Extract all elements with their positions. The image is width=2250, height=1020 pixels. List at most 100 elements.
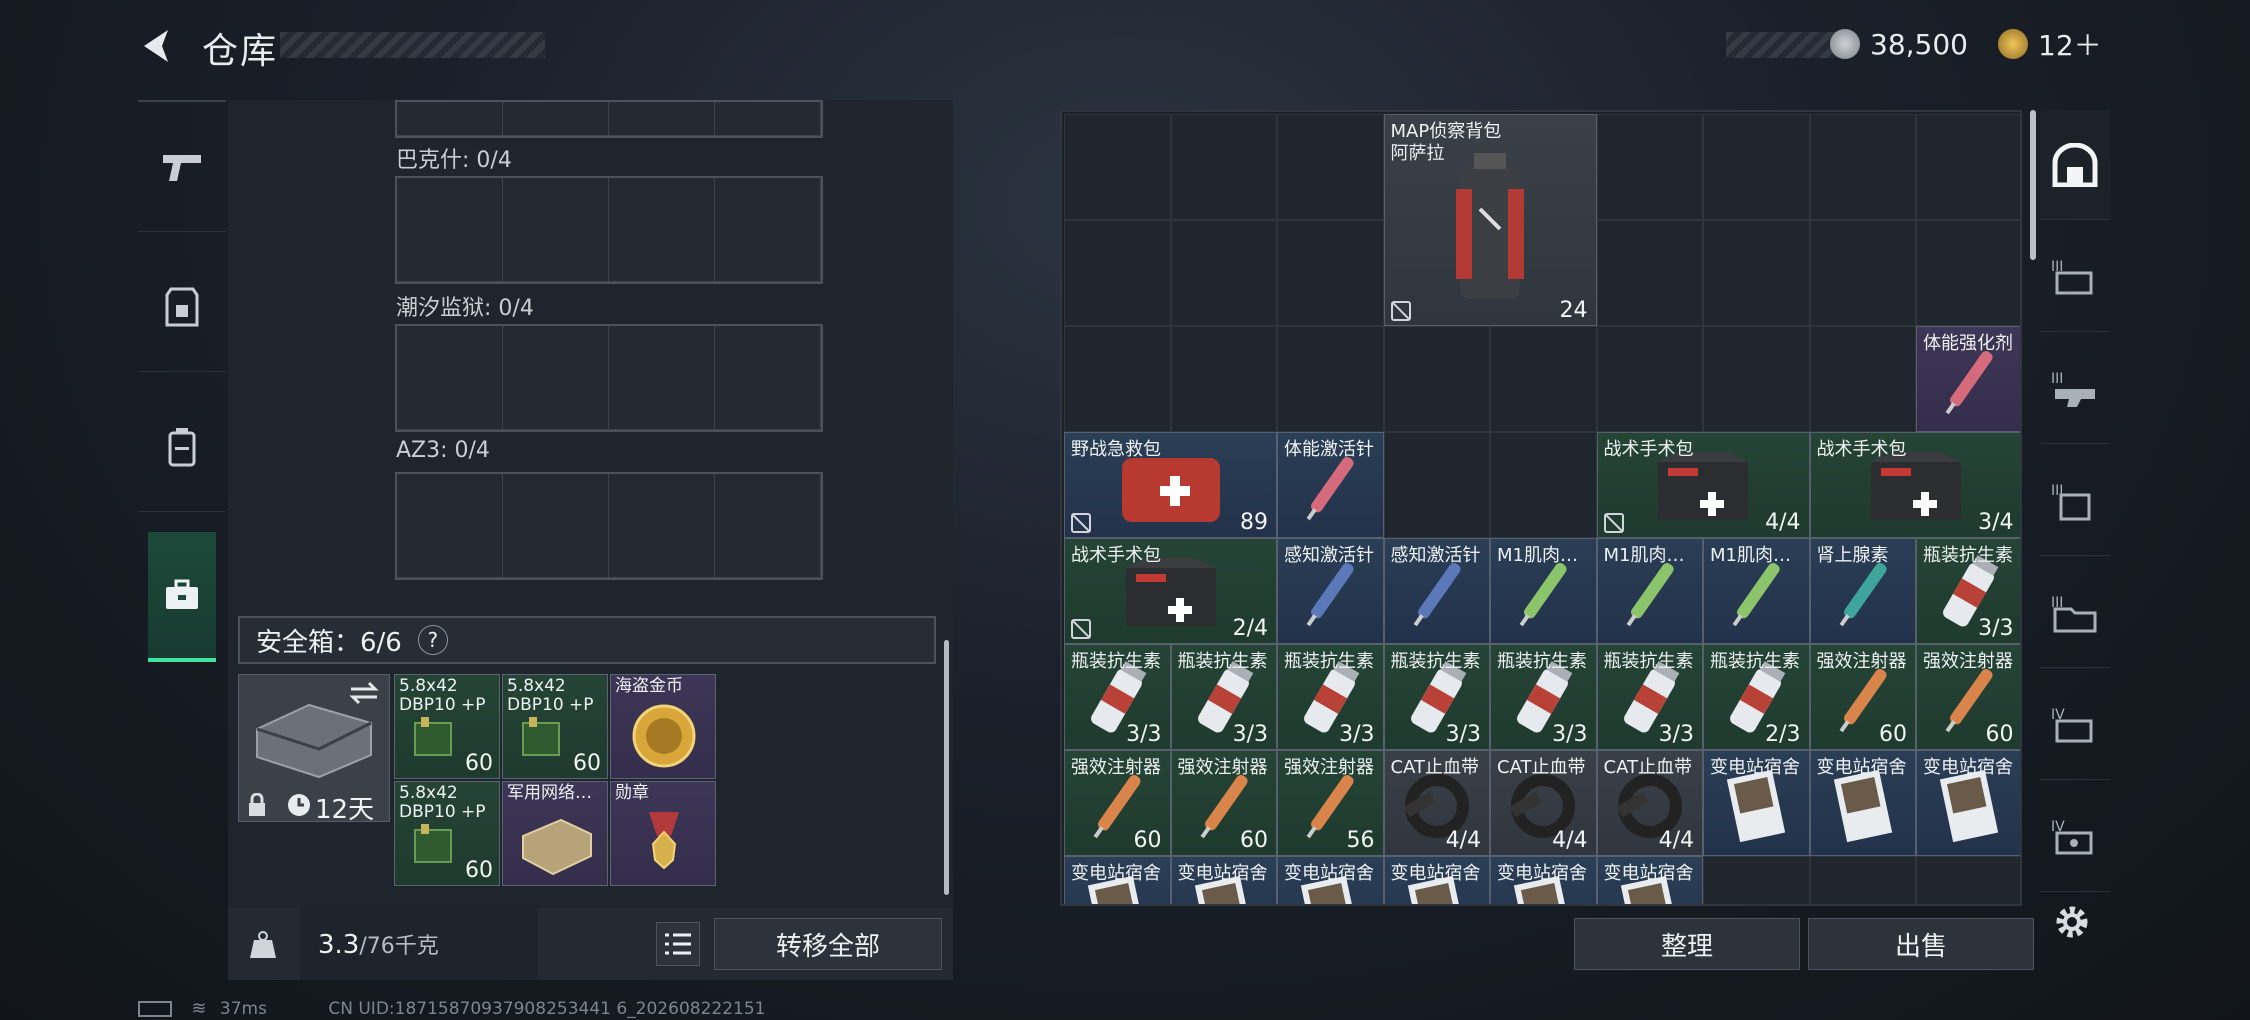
transfer-all-button[interactable]: 转移全部 <box>714 918 942 970</box>
settings-gear-icon[interactable] <box>2052 902 2092 942</box>
stash-item[interactable]: 变电站宿舍 <box>1064 856 1171 904</box>
empty-stash-cell[interactable] <box>1170 114 1277 220</box>
stash-item[interactable]: 强效注射器 60 <box>1064 750 1171 856</box>
safe-item-grid: 5.8x42 DBP10 +P 60 5.8x42 DBP10 +P 60 海盗… <box>394 674 716 886</box>
empty-stash-cell[interactable] <box>1809 856 1916 904</box>
empty-stash-cell[interactable] <box>1703 326 1810 432</box>
stash-item[interactable]: CAT止血带 4/4 <box>1383 750 1490 856</box>
safe-case-image[interactable]: 12天 <box>238 674 390 825</box>
tab-stash-4[interactable]: IV <box>2040 670 2110 780</box>
empty-stash-cell[interactable] <box>1383 432 1490 538</box>
tab-stash-armor[interactable]: III <box>2040 446 2110 556</box>
stash-item[interactable]: 强效注射器 56 <box>1277 750 1384 856</box>
stash-scrollbar[interactable] <box>2030 110 2036 260</box>
stash-item[interactable]: 强效注射器 60 <box>1170 750 1277 856</box>
safe-item-medal[interactable]: 勋章 <box>610 781 716 886</box>
stash-item[interactable]: CAT止血带 4/4 <box>1490 750 1597 856</box>
stash-item[interactable]: 体能强化剂 <box>1916 326 2020 432</box>
empty-stash-cell[interactable] <box>1703 220 1810 326</box>
stash-item[interactable]: 肾上腺素 <box>1809 538 1916 644</box>
sort-button[interactable]: 整理 <box>1574 918 1800 970</box>
empty-stash-cell[interactable] <box>1383 326 1490 432</box>
slot-grid-az3[interactable] <box>395 472 823 580</box>
stash-item[interactable]: M1肌肉… <box>1596 538 1703 644</box>
stash-item[interactable]: 变电站宿舍 <box>1170 856 1277 904</box>
empty-stash-cell[interactable] <box>1809 326 1916 432</box>
slot-grid-tidal-prison[interactable] <box>395 324 823 432</box>
stash-item[interactable]: 感知激活针 <box>1383 538 1490 644</box>
stash-item[interactable]: 瓶装抗生素 3/3 <box>1064 644 1171 750</box>
stash-item[interactable]: 战术手术包 3/4 <box>1809 432 2020 538</box>
stash-item[interactable]: 变电站宿舍 <box>1916 750 2020 856</box>
tab-stash-4b[interactable]: IV <box>2040 782 2110 892</box>
safe-item-pirate-coin[interactable]: 海盗金币 <box>610 674 716 779</box>
tab-armor[interactable] <box>138 242 226 372</box>
empty-stash-cell[interactable] <box>1064 220 1171 326</box>
stash-item[interactable]: 瓶装抗生素 3/3 <box>1490 644 1597 750</box>
empty-stash-cell[interactable] <box>1703 114 1810 220</box>
empty-stash-cell[interactable] <box>1916 220 2020 326</box>
stash-item[interactable]: 变电站宿舍 <box>1277 856 1384 904</box>
stash-item[interactable]: 强效注射器 60 <box>1916 644 2020 750</box>
sell-button[interactable]: 出售 <box>1808 918 2034 970</box>
empty-stash-cell[interactable] <box>1490 432 1597 538</box>
left-scrollbar[interactable] <box>944 640 949 895</box>
empty-stash-cell[interactable] <box>1916 114 2020 220</box>
empty-stash-cell[interactable] <box>1809 114 1916 220</box>
empty-stash-cell[interactable] <box>1170 326 1277 432</box>
help-button[interactable]: ? <box>417 625 448 655</box>
empty-stash-cell[interactable] <box>1277 326 1384 432</box>
empty-stash-cell[interactable] <box>1277 220 1384 326</box>
stash-item[interactable]: CAT止血带 4/4 <box>1596 750 1703 856</box>
stash-item[interactable]: 瓶装抗生素 3/3 <box>1170 644 1277 750</box>
empty-stash-cell[interactable] <box>1916 856 2020 904</box>
safe-item-ammo[interactable]: 5.8x42 DBP10 +P 60 <box>394 781 500 886</box>
tab-stash-3b[interactable]: III <box>2040 334 2110 444</box>
tab-backpack[interactable] <box>138 382 226 512</box>
stash-item[interactable]: 感知激活针 <box>1277 538 1384 644</box>
stash-item[interactable]: 变电站宿舍 <box>1596 856 1703 904</box>
stash-item[interactable]: 变电站宿舍 <box>1383 856 1490 904</box>
tab-safe-case[interactable] <box>148 532 216 662</box>
swap-icon[interactable] <box>349 681 379 705</box>
slot-grid-bakshi[interactable] <box>395 176 823 284</box>
empty-stash-cell[interactable] <box>1064 326 1171 432</box>
stash-item[interactable]: 变电站宿舍 <box>1809 750 1916 856</box>
tab-vault[interactable] <box>2040 110 2110 220</box>
stash-item[interactable]: 变电站宿舍 <box>1703 750 1810 856</box>
empty-stash-cell[interactable] <box>1703 856 1810 904</box>
stash-item[interactable]: 强效注射器 60 <box>1809 644 1916 750</box>
empty-stash-cell[interactable] <box>1170 220 1277 326</box>
stash-item[interactable]: 瓶装抗生素 3/3 <box>1596 644 1703 750</box>
safe-item-ammo[interactable]: 5.8x42 DBP10 +P 60 <box>502 674 608 779</box>
back-arrow-icon[interactable] <box>138 26 178 66</box>
safe-item-ammo[interactable]: 5.8x42 DBP10 +P 60 <box>394 674 500 779</box>
stash-item[interactable]: 瓶装抗生素 2/3 <box>1703 644 1810 750</box>
empty-stash-cell[interactable] <box>1596 114 1703 220</box>
stash-item[interactable]: 瓶装抗生素 3/3 <box>1383 644 1490 750</box>
stash-item-subtitle: 阿萨拉 <box>1390 143 1445 164</box>
empty-stash-cell[interactable] <box>1277 114 1384 220</box>
empty-stash-cell[interactable] <box>1809 220 1916 326</box>
empty-stash-cell[interactable] <box>1064 114 1171 220</box>
token-balance[interactable]: 12＋ <box>1998 26 2102 62</box>
stash-item[interactable]: 瓶装抗生素 3/3 <box>1277 644 1384 750</box>
empty-stash-cell[interactable] <box>1596 220 1703 326</box>
stash-item[interactable]: 体能激活针 <box>1277 432 1384 538</box>
stash-item[interactable]: 变电站宿舍 <box>1490 856 1597 904</box>
stash-item[interactable]: 瓶装抗生素 3/3 <box>1916 538 2020 644</box>
tab-weapons[interactable] <box>138 102 226 232</box>
empty-stash-cell[interactable] <box>1490 326 1597 432</box>
stash-item[interactable]: 战术手术包 4/4 <box>1596 432 1810 538</box>
stash-item[interactable]: MAP侦察背包 阿萨拉 24 <box>1383 114 1597 326</box>
stash-item[interactable]: M1肌肉… <box>1490 538 1597 644</box>
tab-stash-folder[interactable]: III <box>2040 558 2110 668</box>
empty-stash-cell[interactable] <box>1596 326 1703 432</box>
lock-icon <box>249 793 265 816</box>
stash-item[interactable]: M1肌肉… <box>1703 538 1810 644</box>
stash-item[interactable]: 野战急救包 89 <box>1064 432 1277 538</box>
list-view-button[interactable] <box>656 922 700 966</box>
stash-item[interactable]: 战术手术包 2/4 <box>1064 538 1277 644</box>
safe-item-military-network[interactable]: 军用网络… <box>502 781 608 886</box>
tab-stash-3[interactable]: III <box>2040 222 2110 332</box>
